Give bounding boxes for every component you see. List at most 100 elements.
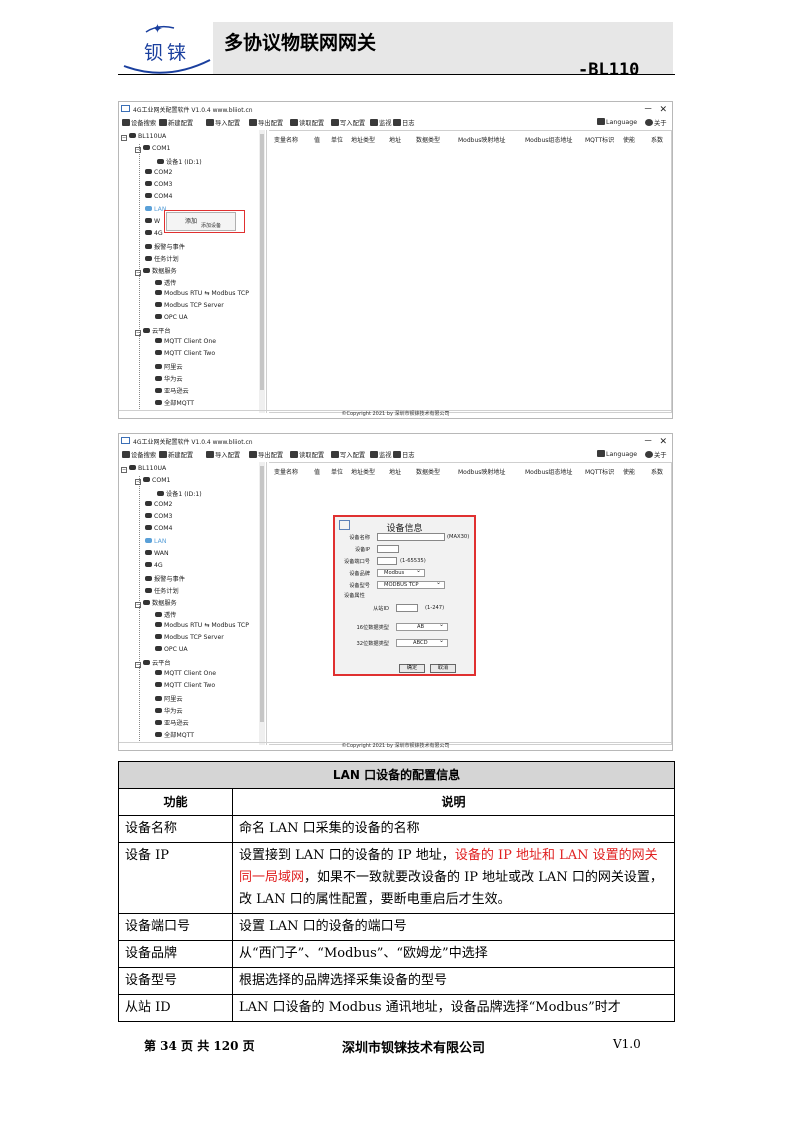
tree-transparent[interactable]: 透传 (155, 610, 176, 619)
tree-amazon[interactable]: 亚马逊云 (155, 386, 189, 395)
tree-modbus-rtu-tcp[interactable]: Modbus RTU ⇆ Modbus TCP (155, 290, 249, 297)
tree-line (139, 476, 140, 741)
read-config-button[interactable]: 读取配置 (290, 118, 324, 127)
monitor-button[interactable]: 监视 (370, 450, 392, 459)
tree-transparent[interactable]: 透传 (155, 278, 176, 287)
footer-company: 深圳市钡铼技术有限公司 (342, 1041, 486, 1056)
antenna-icon (145, 230, 152, 235)
tree-huawei[interactable]: 华为云 (155, 374, 183, 383)
tree-amazon[interactable]: 亚马逊云 (155, 718, 189, 727)
tree-com2[interactable]: COM2 (145, 169, 172, 176)
type16-select[interactable]: AB (396, 622, 448, 631)
tree-task[interactable]: 任务计划 (145, 586, 179, 595)
window-titlebar: 4G工业网关配置软件 V1.0.4 www.bliiot.cn － ✕ (119, 102, 672, 116)
device-brand-select[interactable]: Modbus (377, 568, 425, 577)
write-config-button[interactable]: 写入配置 (331, 450, 365, 459)
log-button[interactable]: 日志 (393, 118, 415, 127)
slave-id-input[interactable] (396, 604, 418, 612)
table-caption: LAN 口设备的配置信息 (118, 761, 675, 789)
tree-mqtt-two[interactable]: MQTT Client Two (155, 350, 215, 357)
new-config-button[interactable]: 新建配置 (159, 450, 193, 459)
device-attr-section: 设备属性 (344, 593, 365, 599)
tree-modbus-rtu-tcp[interactable]: Modbus RTU ⇆ Modbus TCP (155, 622, 249, 629)
context-menu-add[interactable]: 添加 (185, 216, 197, 225)
tree-cloud[interactable]: − 云平台 (135, 326, 171, 336)
cancel-button[interactable]: 取消 (430, 664, 456, 673)
window-controls[interactable]: － ✕ (644, 434, 669, 447)
tree-scrollbar[interactable] (259, 130, 265, 413)
tree-data-service[interactable]: − 数据服务 (135, 266, 177, 276)
tree-device1[interactable]: 设备1 (ID:1) (157, 157, 202, 166)
about-button[interactable]: 关于 (645, 118, 667, 127)
tree-root[interactable]: − BL110UA (121, 465, 166, 473)
tree-com1[interactable]: − COM1 (135, 145, 170, 153)
device-name-input[interactable] (377, 533, 445, 541)
table-cell-func: 设备品牌 (118, 940, 233, 968)
tree-com3[interactable]: COM3 (145, 181, 172, 188)
tree-com2[interactable]: COM2 (145, 501, 172, 508)
device-model-select[interactable]: MODBUS TCP (377, 580, 445, 589)
about-button[interactable]: 关于 (645, 450, 667, 459)
device-ip-label: 设备IP (354, 547, 370, 553)
scrollbar-thumb[interactable] (260, 134, 264, 390)
tree-modbus-tcp-server[interactable]: Modbus TCP Server (155, 302, 224, 309)
tree-huawei[interactable]: 华为云 (155, 706, 183, 715)
tree-mqtt-one[interactable]: MQTT Client One (155, 670, 216, 677)
tree-lan[interactable]: LAN (145, 538, 166, 545)
device-port-input[interactable] (377, 557, 397, 565)
monitor-button[interactable]: 监视 (370, 118, 392, 127)
device-search-button[interactable]: 设备搜索 (122, 118, 156, 127)
wan-icon (145, 218, 152, 223)
tree-com1[interactable]: − COM1 (135, 477, 170, 485)
table-cell-desc: 设置接到 LAN 口的设备的 IP 地址，设备的 IP 地址和 LAN 设置的网… (232, 842, 675, 914)
service-icon (155, 708, 162, 713)
tree-task[interactable]: 任务计划 (145, 254, 179, 263)
tree-opc-ua[interactable]: OPC UA (155, 646, 188, 653)
tree-cloud[interactable]: − 云平台 (135, 658, 171, 668)
tree-modbus-tcp-server[interactable]: Modbus TCP Server (155, 634, 224, 641)
tree-root[interactable]: − BL110UA (121, 133, 166, 141)
tree-aliyun[interactable]: 阿里云 (155, 694, 183, 703)
tree-4g[interactable]: 4G (145, 230, 163, 237)
table-row: 设备 IP 设置接到 LAN 口的设备的 IP 地址，设备的 IP 地址和 LA… (118, 842, 675, 914)
tree-com3[interactable]: COM3 (145, 513, 172, 520)
tree-com4[interactable]: COM4 (145, 525, 172, 532)
tree-alarm[interactable]: 报警与事件 (145, 574, 185, 583)
import-config-button[interactable]: 导入配置 (206, 118, 240, 127)
scrollbar-thumb[interactable] (260, 466, 264, 722)
ok-button[interactable]: 确定 (399, 664, 425, 673)
column-header: Modbus组态地址 (525, 469, 573, 476)
device-ip-input[interactable] (377, 545, 399, 553)
export-config-button[interactable]: 导出配置 (249, 118, 283, 127)
tree-all-mqtt[interactable]: 全部MQTT (155, 730, 194, 739)
write-config-button[interactable]: 写入配置 (331, 118, 365, 127)
window-controls[interactable]: － ✕ (644, 102, 669, 115)
tree-data-service[interactable]: − 数据服务 (135, 598, 177, 608)
tree-4g[interactable]: 4G (145, 562, 163, 569)
lan-icon (145, 538, 152, 543)
tree-opc-ua[interactable]: OPC UA (155, 314, 188, 321)
device-search-button[interactable]: 设备搜索 (122, 450, 156, 459)
language-button[interactable]: Language (597, 118, 637, 126)
tree-com4[interactable]: COM4 (145, 193, 172, 200)
column-header: 系数 (651, 137, 664, 144)
read-config-button[interactable]: 读取配置 (290, 450, 324, 459)
context-submenu-add-device[interactable]: 添加设备 (201, 222, 221, 229)
tree-mqtt-one[interactable]: MQTT Client One (155, 338, 216, 345)
export-config-button[interactable]: 导出配置 (249, 450, 283, 459)
tree-device1[interactable]: 设备1 (ID:1) (157, 489, 202, 498)
type32-select[interactable]: ABCD (396, 638, 448, 647)
new-config-button[interactable]: 新建配置 (159, 118, 193, 127)
tree-alarm[interactable]: 报警与事件 (145, 242, 185, 251)
import-config-button[interactable]: 导入配置 (206, 450, 240, 459)
tree-mqtt-two[interactable]: MQTT Client Two (155, 682, 215, 689)
language-button[interactable]: Language (597, 450, 637, 458)
tree-scrollbar[interactable] (259, 462, 265, 745)
tree-wan[interactable]: W (145, 218, 160, 225)
company-logo: ✦ 钡铼 (118, 20, 214, 76)
tree-aliyun[interactable]: 阿里云 (155, 362, 183, 371)
tree-wan[interactable]: WAN (145, 550, 169, 557)
app-icon (121, 105, 130, 112)
tree-all-mqtt[interactable]: 全部MQTT (155, 398, 194, 407)
log-button[interactable]: 日志 (393, 450, 415, 459)
